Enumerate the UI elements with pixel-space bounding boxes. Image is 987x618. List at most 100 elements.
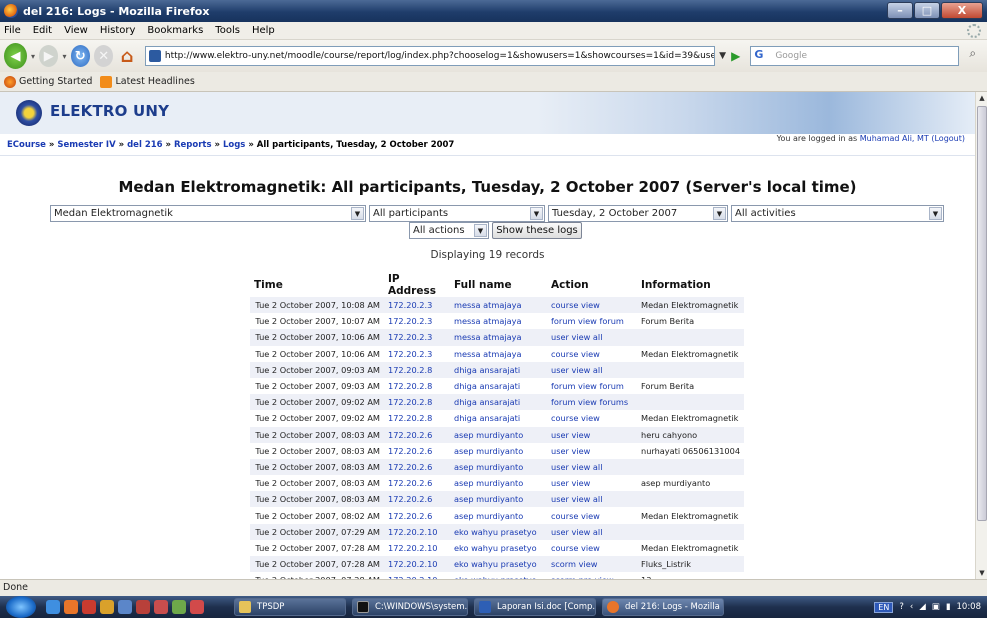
- menu-edit[interactable]: Edit: [33, 25, 52, 36]
- minimize-button[interactable]: –: [887, 2, 913, 19]
- cell-ip[interactable]: 172.20.2.8: [384, 378, 450, 394]
- scrollbar-thumb[interactable]: [977, 106, 987, 521]
- cell-ip[interactable]: 172.20.2.6: [384, 443, 450, 459]
- cell-ip[interactable]: 172.20.2.8: [384, 410, 450, 426]
- cell-action[interactable]: user view all: [547, 361, 637, 378]
- cell-action[interactable]: course view: [547, 297, 637, 314]
- menu-file[interactable]: File: [4, 25, 21, 36]
- bookmark-getting-started[interactable]: Getting Started: [4, 75, 92, 88]
- cell-action[interactable]: user view: [547, 426, 637, 443]
- tray-expand-icon[interactable]: ‹: [910, 602, 913, 612]
- go-button[interactable]: ▶: [731, 49, 740, 63]
- taskbar-item-firefox[interactable]: del 216: Logs - Mozilla ...: [602, 598, 724, 616]
- search-box[interactable]: G Google: [750, 46, 960, 66]
- cell-ip[interactable]: 172.20.2.6: [384, 426, 450, 443]
- cell-ip[interactable]: 172.20.2.3: [384, 313, 450, 329]
- cell-ip[interactable]: 172.20.2.3: [384, 297, 450, 314]
- menu-view[interactable]: View: [64, 25, 88, 36]
- app-icon[interactable]: [136, 600, 150, 614]
- bookmark-latest-headlines[interactable]: Latest Headlines: [100, 75, 195, 88]
- course-select[interactable]: Medan Elektromagnetik ▼: [50, 205, 366, 222]
- cell-ip[interactable]: 172.20.2.10: [384, 572, 450, 579]
- forward-button[interactable]: ▶: [39, 45, 59, 67]
- cell-ip[interactable]: 172.20.2.6: [384, 458, 450, 476]
- breadcrumb-logs[interactable]: Logs: [223, 140, 245, 150]
- cell-fullname[interactable]: eko wahyu prasetyo: [450, 572, 547, 579]
- cell-fullname[interactable]: eko wahyu prasetyo: [450, 556, 547, 573]
- firefox-quicklaunch-icon[interactable]: [64, 600, 78, 614]
- breadcrumb-reports[interactable]: Reports: [174, 140, 212, 150]
- cell-ip[interactable]: 172.20.2.3: [384, 329, 450, 346]
- cell-action[interactable]: user view all: [547, 329, 637, 346]
- menu-tools[interactable]: Tools: [215, 25, 240, 36]
- site-brand[interactable]: ELEKTRO UNY: [50, 102, 169, 120]
- scroll-up-arrow-icon[interactable]: ▲: [976, 92, 987, 104]
- taskbar-item-tpsdp[interactable]: TPSDP: [234, 598, 346, 616]
- search-magnifier-icon[interactable]: ⌕: [969, 46, 987, 66]
- cell-action[interactable]: course view: [547, 540, 637, 556]
- cell-fullname[interactable]: eko wahyu prasetyo: [450, 523, 547, 540]
- cell-ip[interactable]: 172.20.2.6: [384, 491, 450, 508]
- start-orb-button[interactable]: [6, 596, 36, 618]
- cell-fullname[interactable]: asep murdiyanto: [450, 443, 547, 459]
- url-history-dropdown[interactable]: ▼: [719, 51, 726, 61]
- breadcrumb-ecourse[interactable]: ECourse: [7, 140, 46, 150]
- cell-fullname[interactable]: messa atmajaya: [450, 313, 547, 329]
- menu-history[interactable]: History: [100, 25, 136, 36]
- cell-fullname[interactable]: messa atmajaya: [450, 297, 547, 314]
- home-button[interactable]: ⌂: [117, 45, 136, 67]
- maximize-button[interactable]: □: [914, 2, 940, 19]
- ie-icon[interactable]: [46, 600, 60, 614]
- app-icon[interactable]: [190, 600, 204, 614]
- taskbar-item-word[interactable]: Laporan Isi.doc [Comp...: [474, 598, 596, 616]
- cell-fullname[interactable]: asep murdiyanto: [450, 426, 547, 443]
- cell-action[interactable]: user view all: [547, 523, 637, 540]
- back-button[interactable]: ◀: [4, 43, 27, 69]
- date-select[interactable]: Tuesday, 2 October 2007 ▼: [548, 205, 728, 222]
- cell-fullname[interactable]: dhiga ansarajati: [450, 378, 547, 394]
- cell-fullname[interactable]: dhiga ansarajati: [450, 394, 547, 411]
- cell-action[interactable]: user view all: [547, 458, 637, 476]
- actions-select[interactable]: All actions ▼: [409, 222, 489, 239]
- menu-bookmarks[interactable]: Bookmarks: [147, 25, 203, 36]
- participants-select[interactable]: All participants ▼: [369, 205, 545, 222]
- google-engine-icon[interactable]: G: [754, 48, 772, 64]
- cell-ip[interactable]: 172.20.2.8: [384, 361, 450, 378]
- cell-action[interactable]: user view: [547, 443, 637, 459]
- cell-ip[interactable]: 172.20.2.10: [384, 556, 450, 573]
- reload-button[interactable]: ↻: [70, 45, 90, 67]
- cell-ip[interactable]: 172.20.2.10: [384, 523, 450, 540]
- show-logs-button[interactable]: Show these logs: [492, 222, 582, 239]
- cell-fullname[interactable]: asep murdiyanto: [450, 507, 547, 523]
- chrome-icon[interactable]: [82, 600, 96, 614]
- breadcrumb-course[interactable]: del 216: [127, 140, 162, 150]
- cell-ip[interactable]: 172.20.2.3: [384, 346, 450, 362]
- cell-fullname[interactable]: asep murdiyanto: [450, 475, 547, 491]
- cell-action[interactable]: forum view forum: [547, 378, 637, 394]
- breadcrumb-semester[interactable]: Semester IV: [57, 140, 115, 150]
- forward-history-dropdown[interactable]: ▾: [62, 52, 66, 61]
- cell-ip[interactable]: 172.20.2.6: [384, 507, 450, 523]
- cell-fullname[interactable]: asep murdiyanto: [450, 491, 547, 508]
- scroll-down-arrow-icon[interactable]: ▼: [976, 567, 987, 579]
- network-icon[interactable]: ▣: [932, 602, 940, 612]
- close-button[interactable]: X: [941, 2, 983, 19]
- cell-ip[interactable]: 172.20.2.8: [384, 394, 450, 411]
- vertical-scrollbar[interactable]: ▲ ▼: [975, 92, 987, 579]
- power-icon[interactable]: ▮: [946, 602, 951, 612]
- cell-action[interactable]: user view all: [547, 491, 637, 508]
- menu-help[interactable]: Help: [252, 25, 275, 36]
- cell-fullname[interactable]: messa atmajaya: [450, 329, 547, 346]
- cell-fullname[interactable]: dhiga ansarajati: [450, 361, 547, 378]
- stop-button[interactable]: ✕: [93, 45, 114, 67]
- cell-action[interactable]: course view: [547, 346, 637, 362]
- back-history-dropdown[interactable]: ▾: [31, 52, 35, 61]
- help-icon[interactable]: ?: [899, 602, 904, 612]
- cell-action[interactable]: forum view forums: [547, 394, 637, 411]
- desktop-icon[interactable]: [118, 600, 132, 614]
- cell-fullname[interactable]: asep murdiyanto: [450, 458, 547, 476]
- cell-action[interactable]: scorm pre-view: [547, 572, 637, 579]
- cell-action[interactable]: user view: [547, 475, 637, 491]
- logout-link[interactable]: (Logout): [931, 134, 965, 143]
- cell-action[interactable]: course view: [547, 507, 637, 523]
